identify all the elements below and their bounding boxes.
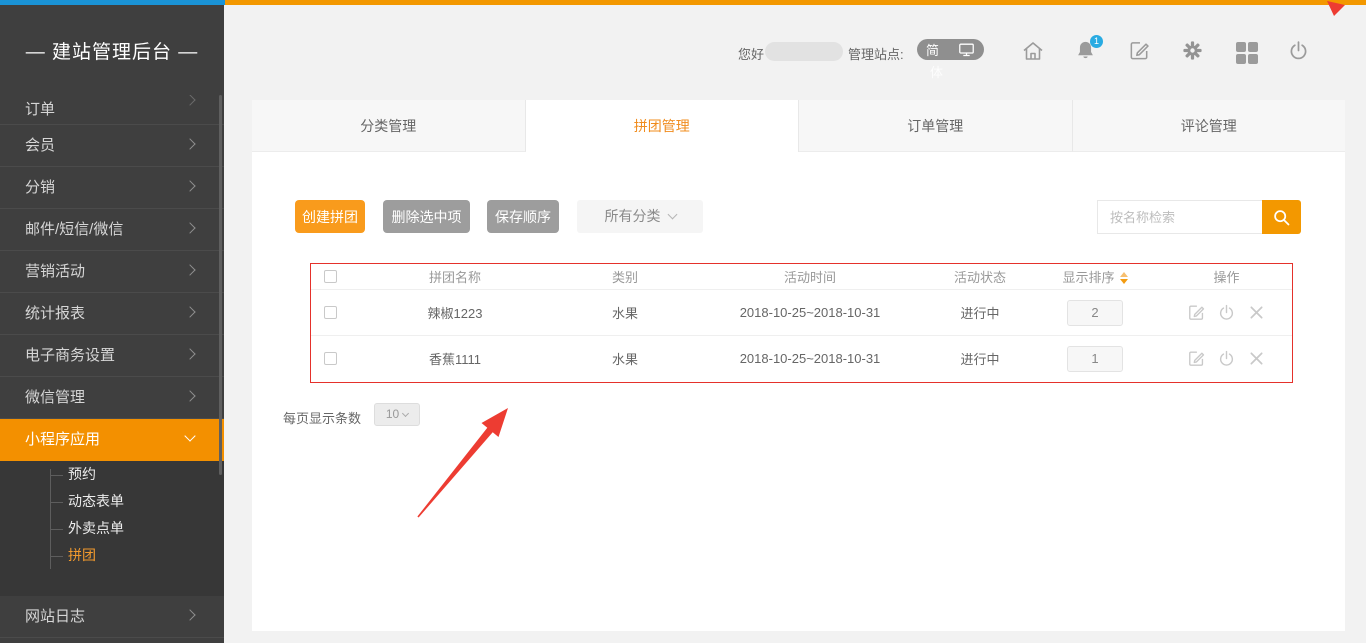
tab-groupbuy-management[interactable]: 拼团管理 bbox=[526, 100, 800, 152]
sidebar-scrollbar[interactable] bbox=[219, 95, 222, 475]
cell-category: 水果 bbox=[560, 349, 690, 368]
per-page-dropdown[interactable]: 10 bbox=[374, 403, 420, 426]
chevron-down-icon bbox=[402, 410, 409, 417]
per-page-label: 每页显示条数 bbox=[283, 408, 361, 427]
submenu-item-reservation[interactable]: 预约 bbox=[0, 461, 224, 488]
bell-icon[interactable]: 1 bbox=[1074, 39, 1098, 63]
table-row: 辣椒1223 水果 2018-10-25~2018-10-31 进行中 bbox=[310, 289, 1293, 335]
submenu-item-dynamic-forms[interactable]: 动态表单 bbox=[0, 488, 224, 515]
search-input[interactable] bbox=[1097, 200, 1262, 234]
greeting-text: 您好 bbox=[738, 44, 764, 63]
chevron-right-icon bbox=[184, 390, 195, 401]
sort-icon[interactable] bbox=[1120, 272, 1128, 284]
chevron-down-icon bbox=[667, 210, 677, 220]
table-row: 香蕉1111 水果 2018-10-25~2018-10-31 进行中 bbox=[310, 335, 1293, 381]
row-checkbox[interactable] bbox=[324, 306, 337, 319]
sidebar-item-statistics[interactable]: 统计报表 bbox=[0, 293, 224, 335]
edit-icon[interactable] bbox=[1187, 349, 1206, 368]
gear-icon[interactable] bbox=[1181, 39, 1205, 63]
sidebar-item-miniprogram-apps[interactable]: 小程序应用 bbox=[0, 419, 224, 461]
chevron-right-icon bbox=[184, 222, 195, 233]
create-groupbuy-button[interactable]: 创建拼团 bbox=[295, 200, 365, 233]
category-filter-dropdown[interactable]: 所有分类 bbox=[577, 200, 703, 233]
cell-time: 2018-10-25~2018-10-31 bbox=[690, 305, 930, 320]
notification-badge: 1 bbox=[1090, 35, 1103, 48]
table-header-row: 拼团名称 类别 活动时间 活动状态 显示排序 操作 bbox=[310, 263, 1293, 289]
chevron-down-icon bbox=[184, 430, 195, 441]
search-icon bbox=[1271, 207, 1292, 228]
chevron-right-icon bbox=[184, 138, 195, 149]
delete-icon[interactable] bbox=[1247, 303, 1266, 322]
monitor-icon bbox=[958, 41, 975, 58]
delete-selected-button[interactable]: 删除选中项 bbox=[383, 200, 470, 233]
app-title: — 建站管理后台 — bbox=[0, 37, 224, 64]
cell-name: 香蕉1111 bbox=[350, 349, 560, 368]
tab-bar: 分类管理 拼团管理 订单管理 评论管理 bbox=[252, 100, 1345, 152]
cell-time: 2018-10-25~2018-10-31 bbox=[690, 351, 930, 366]
delete-icon[interactable] bbox=[1247, 349, 1266, 368]
sidebar-item-mail-sms-wechat[interactable]: 邮件/短信/微信 bbox=[0, 209, 224, 251]
sidebar-item-wechat-management[interactable]: 微信管理 bbox=[0, 377, 224, 419]
cell-status: 进行中 bbox=[930, 349, 1030, 368]
username-redacted bbox=[765, 42, 843, 61]
chevron-right-icon bbox=[184, 609, 195, 620]
submenu-item-takeout-order[interactable]: 外卖点单 bbox=[0, 515, 224, 542]
home-icon[interactable] bbox=[1021, 39, 1045, 63]
header-operations: 操作 bbox=[1160, 267, 1293, 286]
language-label-secondary: 体 bbox=[930, 62, 943, 81]
submenu-item-group-buying[interactable]: 拼团 bbox=[0, 542, 224, 569]
language-toggle[interactable]: 简 bbox=[917, 39, 984, 60]
sidebar-item-ecommerce-settings[interactable]: 电子商务设置 bbox=[0, 335, 224, 377]
sidebar-item-marketing[interactable]: 营销活动 bbox=[0, 251, 224, 293]
edit-icon[interactable] bbox=[1187, 303, 1206, 322]
page: — 建站管理后台 — 订单 会员 分销 邮件/短信/微信 营销活动 统计报表 电… bbox=[0, 0, 1366, 643]
topbar-orange-strip bbox=[225, 0, 1366, 5]
manage-site-label: 管理站点: bbox=[848, 44, 904, 63]
chevron-right-icon bbox=[184, 348, 195, 359]
header-display-order[interactable]: 显示排序 bbox=[1030, 267, 1160, 286]
chevron-right-icon bbox=[184, 95, 195, 105]
sidebar-submenu: 预约 动态表单 外卖点单 拼团 bbox=[0, 461, 224, 596]
display-order-input[interactable] bbox=[1067, 346, 1123, 372]
chevron-right-icon bbox=[184, 264, 195, 275]
sidebar-item-distribution[interactable]: 分销 bbox=[0, 167, 224, 209]
chevron-right-icon bbox=[184, 306, 195, 317]
select-all-checkbox[interactable] bbox=[324, 270, 337, 283]
tab-comment-management[interactable]: 评论管理 bbox=[1073, 100, 1346, 152]
header-category: 类别 bbox=[560, 267, 690, 286]
tab-order-management[interactable]: 订单管理 bbox=[799, 100, 1073, 152]
cell-status: 进行中 bbox=[930, 303, 1030, 322]
main-panel: 分类管理 拼团管理 订单管理 评论管理 创建拼团 删除选中项 保存顺序 所有分类… bbox=[252, 100, 1345, 631]
sidebar: — 建站管理后台 — 订单 会员 分销 邮件/短信/微信 营销活动 统计报表 电… bbox=[0, 5, 224, 643]
header-name: 拼团名称 bbox=[350, 267, 560, 286]
header-time: 活动时间 bbox=[690, 267, 930, 286]
compose-icon[interactable] bbox=[1128, 39, 1152, 63]
header-status: 活动状态 bbox=[930, 267, 1030, 286]
power-icon[interactable] bbox=[1287, 39, 1311, 63]
power-toggle-icon[interactable] bbox=[1217, 349, 1236, 368]
apps-grid-icon[interactable] bbox=[1236, 41, 1260, 65]
sidebar-item-site-logs[interactable]: 网站日志 bbox=[0, 596, 224, 638]
power-toggle-icon[interactable] bbox=[1217, 303, 1236, 322]
sidebar-item-members[interactable]: 会员 bbox=[0, 125, 224, 167]
save-order-button[interactable]: 保存顺序 bbox=[487, 200, 559, 233]
chevron-right-icon bbox=[184, 180, 195, 191]
tab-category-management[interactable]: 分类管理 bbox=[252, 100, 526, 152]
language-label: 简 bbox=[926, 40, 939, 59]
row-checkbox[interactable] bbox=[324, 352, 337, 365]
cell-name: 辣椒1223 bbox=[350, 303, 560, 322]
search-button[interactable] bbox=[1262, 200, 1301, 234]
groupbuy-table: 拼团名称 类别 活动时间 活动状态 显示排序 操作 辣椒1223 水果 2018… bbox=[310, 263, 1293, 381]
display-order-input[interactable] bbox=[1067, 300, 1123, 326]
sidebar-item-orders[interactable]: 订单 bbox=[0, 95, 224, 125]
cell-category: 水果 bbox=[560, 303, 690, 322]
